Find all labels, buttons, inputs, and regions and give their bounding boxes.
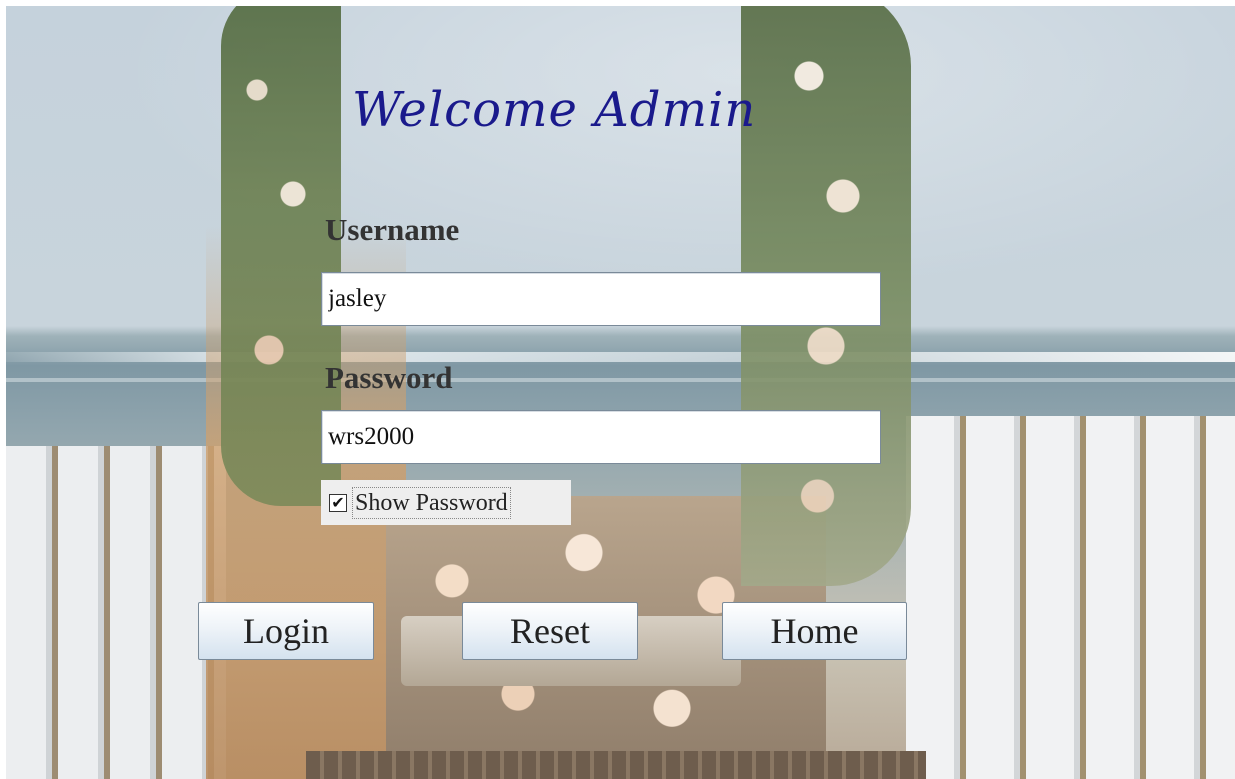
show-password-label[interactable]: Show Password [352, 486, 511, 519]
show-password-toggle[interactable]: ✔ Show Password [321, 480, 571, 525]
wooden-floor [306, 751, 926, 779]
show-password-checkbox[interactable]: ✔ [329, 493, 347, 512]
reset-button[interactable]: Reset [462, 602, 638, 660]
login-button[interactable]: Login [198, 602, 374, 660]
sea-waves [6, 352, 1235, 362]
password-field[interactable] [321, 410, 881, 464]
chairs-left [6, 446, 226, 779]
page-title: Welcome Admin [352, 82, 757, 138]
username-field[interactable] [321, 272, 881, 326]
username-label: Username [325, 212, 460, 247]
password-label: Password [325, 360, 453, 395]
sea-waves-2 [6, 378, 1235, 382]
chairs-right [906, 416, 1235, 779]
home-button[interactable]: Home [722, 602, 907, 660]
